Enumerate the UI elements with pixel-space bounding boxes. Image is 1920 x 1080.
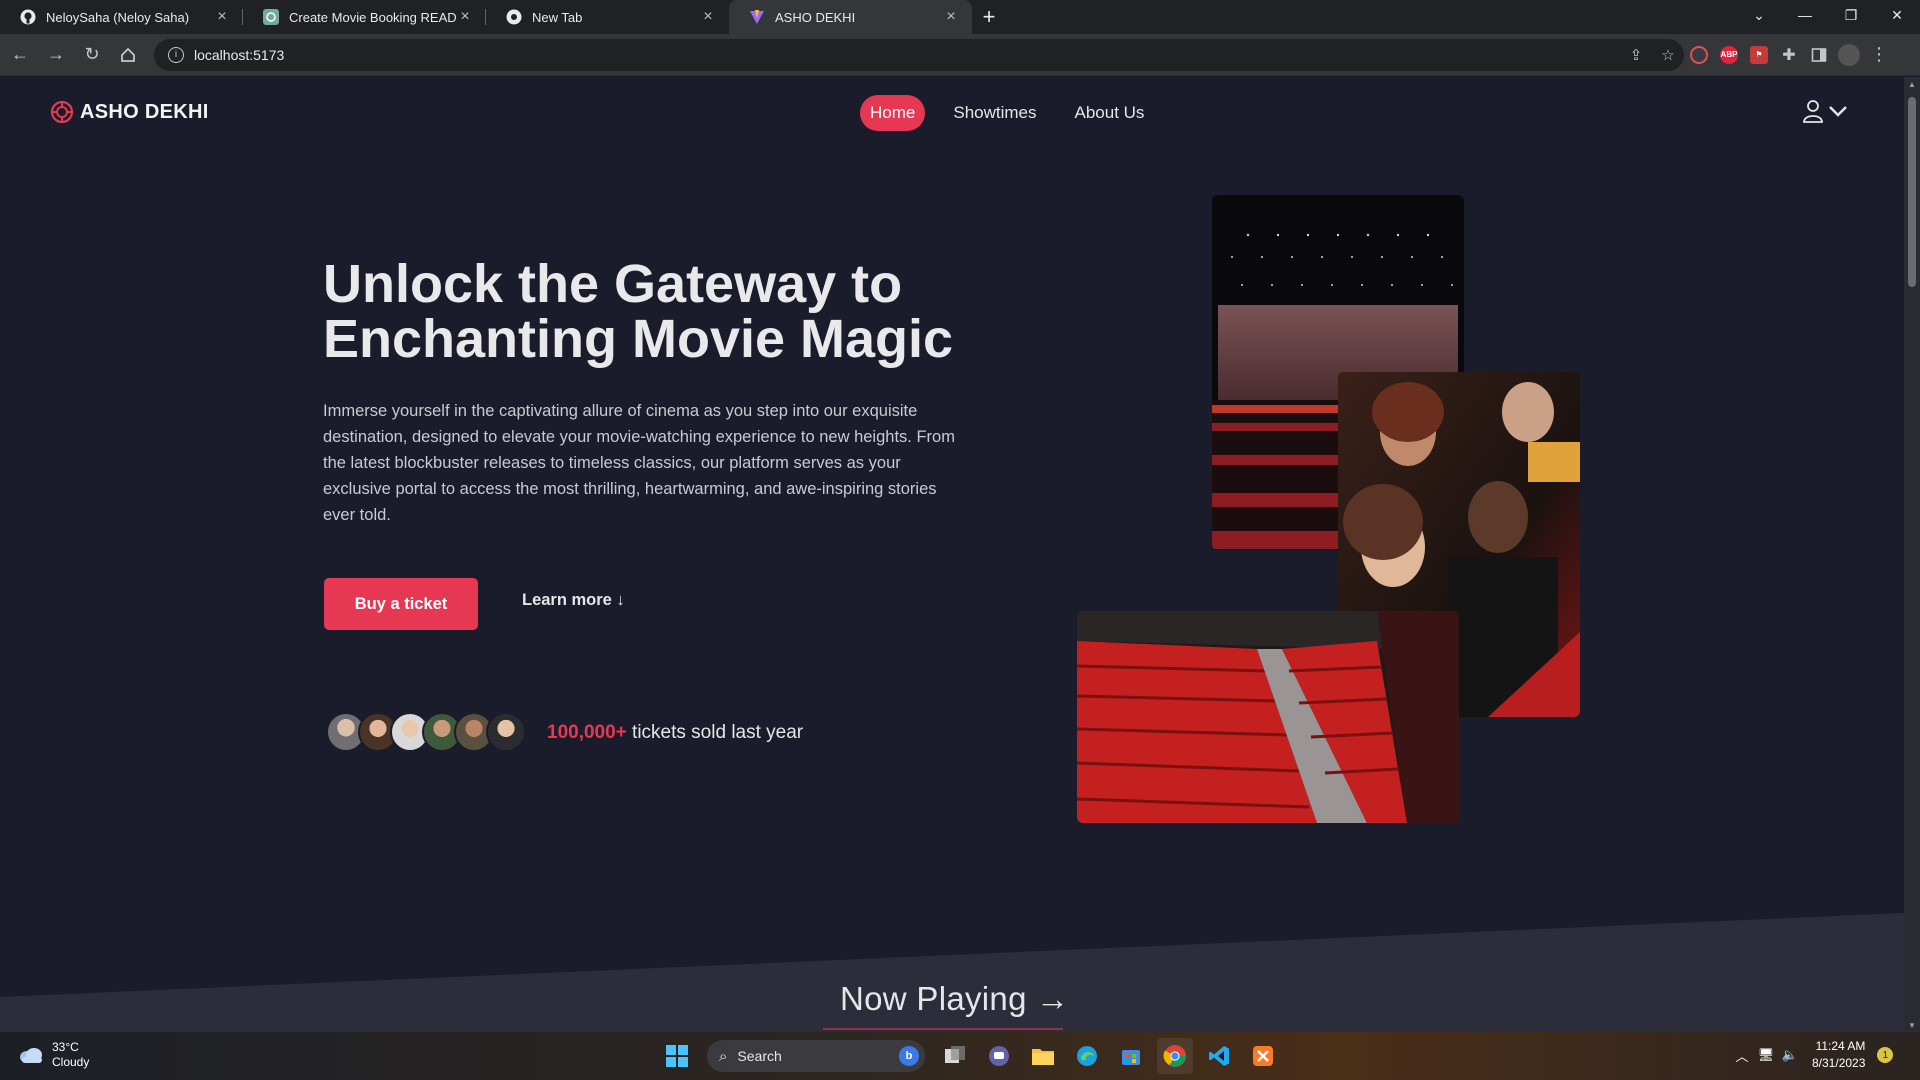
profile-icon[interactable] — [1834, 40, 1864, 70]
buy-ticket-button[interactable]: Buy a ticket — [324, 578, 478, 630]
tab-title: NeloySaha (Neloy Saha) — [46, 9, 190, 25]
customer-avatars — [326, 712, 526, 752]
chatgpt-icon — [263, 9, 279, 25]
film-reel-icon — [50, 100, 74, 124]
user-icon — [1803, 100, 1823, 123]
taskbar-search-placeholder: Search — [737, 1048, 782, 1064]
back-icon[interactable]: ← — [4, 39, 36, 71]
window-controls: ⌄ — ❐ ✕ — [1736, 0, 1920, 30]
close-window-icon[interactable]: ✕ — [1874, 0, 1920, 30]
network-icon[interactable]: 🖥 — [1754, 1047, 1778, 1063]
windows-start-icon[interactable] — [659, 1038, 695, 1074]
restore-icon[interactable]: ❐ — [1828, 0, 1874, 30]
reload-icon[interactable]: ↻ — [76, 39, 108, 71]
nav-about-us[interactable]: About Us — [1065, 95, 1155, 131]
extension-red-icon[interactable]: ⚑ — [1744, 40, 1774, 70]
browser-tab[interactable]: New Tab × — [486, 0, 729, 34]
hero-description: Immerse yourself in the captivating allu… — [323, 402, 955, 524]
close-tab-icon[interactable]: × — [942, 8, 960, 26]
notification-badge[interactable]: 1 — [1877, 1047, 1894, 1063]
browser-tab[interactable]: NeloySaha (Neloy Saha) × — [0, 0, 243, 34]
brand-logo[interactable]: ASHO DEKHI — [50, 100, 209, 124]
forward-icon[interactable]: → — [40, 39, 72, 71]
weather-widget[interactable]: 33°C Cloudy — [18, 1040, 89, 1070]
brand-name: ASHO DEKHI — [80, 100, 209, 123]
page-scrollbar[interactable]: ▲ ▼ — [1904, 77, 1920, 1032]
cloud-icon — [20, 1048, 42, 1063]
minimize-icon[interactable]: — — [1782, 0, 1828, 30]
system-tray: ︿ 🖥 🔈 11:24 AM 8/31/2023 1 — [1730, 1038, 1894, 1072]
red-seats-auditorium-image — [1077, 611, 1459, 823]
bookmark-star-icon[interactable]: ☆ — [1652, 46, 1684, 64]
scrollbar-thumb[interactable] — [1908, 97, 1916, 287]
clock-date: 8/31/2023 — [1812, 1056, 1866, 1070]
close-tab-icon[interactable]: × — [699, 8, 717, 26]
avatar — [486, 712, 526, 752]
browser-tab-active[interactable]: ASHO DEKHI × — [729, 0, 972, 34]
puzzle-icon[interactable]: ✚ — [1774, 40, 1804, 70]
menu-kebab-icon[interactable]: ⋮ — [1864, 40, 1894, 70]
hero-title-line2: Enchanting Movie Magic — [323, 309, 954, 369]
record-icon[interactable] — [1684, 40, 1714, 70]
chevron-down-icon — [1829, 106, 1847, 117]
windows-taskbar: 33°C Cloudy ⌕ Search b ︿ 🖥 🔈 11:24 AM 8/… — [0, 1032, 1920, 1080]
address-text: localhost:5173 — [194, 46, 285, 63]
adblock-icon[interactable]: ABP — [1714, 40, 1744, 70]
taskbar-search[interactable]: ⌕ Search b — [707, 1040, 925, 1072]
site-info-icon[interactable]: i — [168, 46, 184, 63]
tab-title: ASHO DEKHI — [775, 9, 856, 25]
close-tab-icon[interactable]: × — [456, 8, 474, 26]
teams-chat-icon[interactable] — [981, 1038, 1017, 1074]
chrome-icon — [506, 9, 522, 25]
share-icon[interactable]: ⇪ — [1620, 46, 1652, 64]
file-explorer-icon[interactable] — [1025, 1038, 1061, 1074]
search-icon: ⌕ — [719, 1047, 728, 1065]
now-playing-underline — [823, 1028, 1063, 1030]
close-tab-icon[interactable]: × — [213, 8, 231, 26]
task-view-icon[interactable] — [937, 1038, 973, 1074]
site-header: ASHO DEKHI Home Showtimes About Us — [0, 77, 1904, 147]
weather-desc: Cloudy — [52, 1055, 90, 1069]
hero-title: Unlock the Gateway to Enchanting Movie M… — [323, 257, 1023, 367]
scroll-down-icon[interactable]: ▼ — [1904, 1018, 1920, 1032]
tab-title: Create Movie Booking README — [289, 9, 456, 25]
clock[interactable]: 11:24 AM 8/31/2023 — [1812, 1038, 1865, 1072]
user-menu-button[interactable] — [1802, 99, 1848, 123]
volume-icon[interactable]: 🔈 — [1778, 1047, 1802, 1063]
edge-browser-icon[interactable] — [1069, 1038, 1105, 1074]
weather-temp: 33°C — [52, 1040, 79, 1054]
main-nav: Home Showtimes About Us — [860, 95, 1172, 131]
microsoft-store-icon[interactable] — [1113, 1038, 1149, 1074]
hero-title-line1: Unlock the Gateway to — [323, 254, 903, 314]
vite-icon — [749, 9, 765, 25]
browser-tab-strip: NeloySaha (Neloy Saha) × Create Movie Bo… — [0, 0, 1920, 34]
learn-more-link[interactable]: Learn more ↓ — [522, 591, 625, 610]
xampp-icon[interactable] — [1245, 1038, 1281, 1074]
tickets-sold-stat: 100,000+ tickets sold last year — [547, 722, 803, 744]
clock-time: 11:24 AM — [1815, 1039, 1866, 1053]
github-icon — [20, 9, 36, 25]
browser-toolbar: ← → ↻ i localhost:5173 ⇪ ☆ ABP ⚑ ✚ ⋮ — [0, 34, 1920, 76]
chevron-up-icon[interactable]: ︿ — [1730, 1046, 1754, 1065]
tab-title: New Tab — [532, 9, 583, 25]
web-page: ASHO DEKHI Home Showtimes About Us Unloc… — [0, 77, 1904, 1032]
nav-showtimes[interactable]: Showtimes — [943, 95, 1046, 131]
taskbar-apps: ⌕ Search b — [655, 1038, 1285, 1074]
bing-icon[interactable]: b — [899, 1046, 919, 1066]
scroll-up-icon[interactable]: ▲ — [1904, 77, 1920, 91]
vscode-icon[interactable] — [1201, 1038, 1237, 1074]
tickets-sold-count: 100,000+ — [547, 722, 627, 743]
home-icon[interactable] — [112, 39, 144, 71]
address-bar[interactable]: i localhost:5173 ⇪ ☆ — [154, 38, 1684, 71]
now-playing-heading[interactable]: Now Playing → — [840, 980, 1070, 1018]
sidepanel-icon[interactable] — [1804, 40, 1834, 70]
nav-home[interactable]: Home — [860, 95, 926, 131]
new-tab-button[interactable]: + — [972, 0, 1006, 34]
browser-tab[interactable]: Create Movie Booking README × — [243, 0, 486, 34]
chrome-taskbar-icon[interactable] — [1157, 1038, 1193, 1074]
tab-search-icon[interactable]: ⌄ — [1736, 0, 1782, 30]
tickets-sold-label: tickets sold last year — [626, 722, 804, 743]
